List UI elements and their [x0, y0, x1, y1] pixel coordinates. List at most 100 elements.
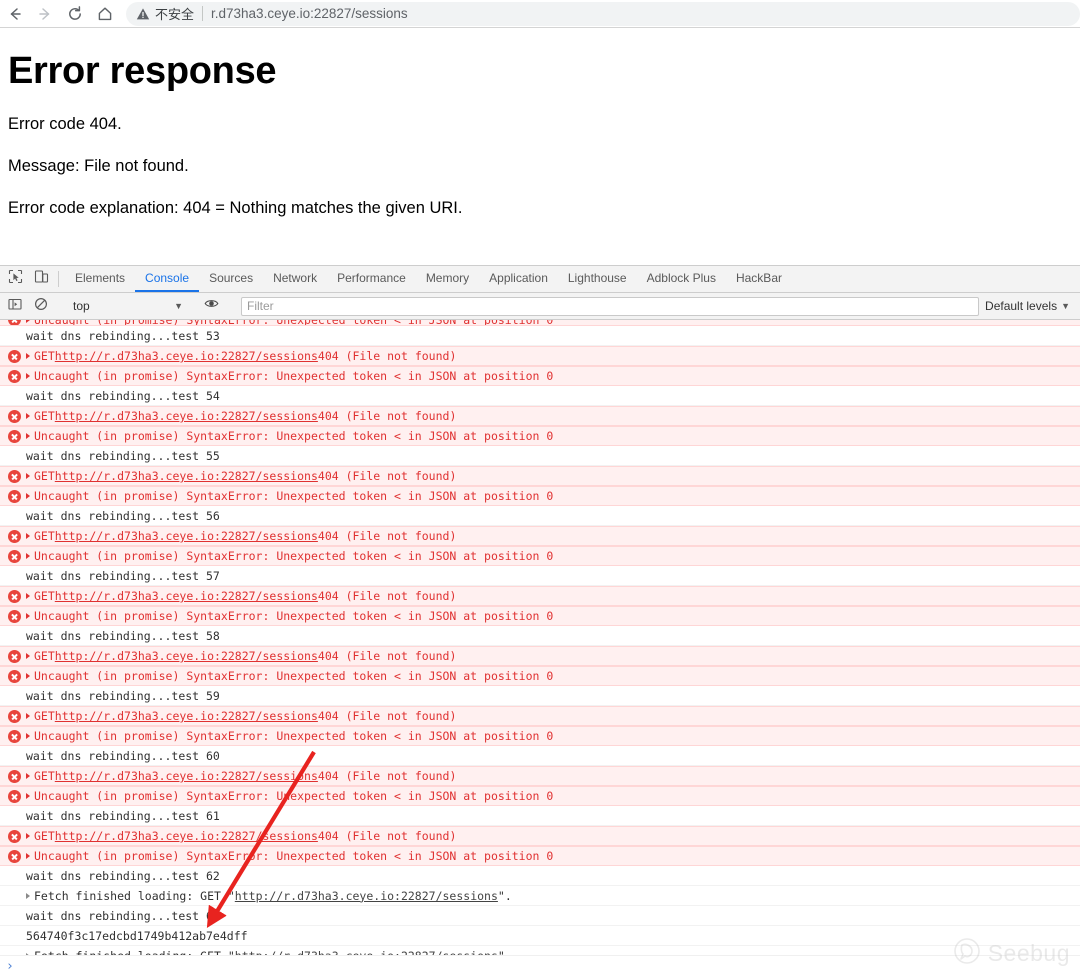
- expand-triangle-icon[interactable]: [26, 952, 30, 955]
- live-expression-eye-icon: [204, 296, 219, 316]
- forward-button[interactable]: [30, 1, 60, 27]
- expand-triangle-icon[interactable]: [26, 793, 30, 799]
- console-message-row[interactable]: wait dns rebinding...test 62: [0, 866, 1080, 886]
- message-url-link[interactable]: http://r.d73ha3.ceye.io:22827/sessions: [235, 889, 498, 903]
- console-message-row[interactable]: wait dns rebinding...test 58: [0, 626, 1080, 646]
- message-url-link[interactable]: http://r.d73ha3.ceye.io:22827/sessions: [55, 409, 318, 423]
- console-message-row[interactable]: GET http://r.d73ha3.ceye.io:22827/sessio…: [0, 646, 1080, 666]
- console-message-row[interactable]: wait dns rebinding...test 59: [0, 686, 1080, 706]
- message-url-link[interactable]: http://r.d73ha3.ceye.io:22827/sessions: [55, 649, 318, 663]
- console-message-row[interactable]: GET http://r.d73ha3.ceye.io:22827/sessio…: [0, 346, 1080, 366]
- console-message-row[interactable]: Uncaught (in promise) SyntaxError: Unexp…: [0, 606, 1080, 626]
- console-message-row[interactable]: GET http://r.d73ha3.ceye.io:22827/sessio…: [0, 526, 1080, 546]
- message-text: Uncaught (in promise) SyntaxError: Unexp…: [34, 789, 554, 803]
- expand-triangle-icon[interactable]: [26, 593, 30, 599]
- warning-triangle-icon: [136, 7, 150, 21]
- tab-console[interactable]: Console: [135, 266, 200, 292]
- tab-network[interactable]: Network: [263, 266, 327, 292]
- console-message-row[interactable]: wait dns rebinding...test 61: [0, 806, 1080, 826]
- console-message-row[interactable]: wait dns rebinding...test 55: [0, 446, 1080, 466]
- console-filter-input[interactable]: Filter: [241, 296, 980, 316]
- console-message-row[interactable]: wait dns rebinding...test 63: [0, 906, 1080, 926]
- message-url-link[interactable]: http://r.d73ha3.ceye.io:22827/sessions: [55, 589, 318, 603]
- expand-triangle-icon[interactable]: [26, 553, 30, 559]
- reload-button[interactable]: [60, 1, 90, 27]
- clear-console-button[interactable]: [28, 297, 54, 316]
- expand-triangle-icon[interactable]: [26, 353, 30, 359]
- home-button[interactable]: [90, 1, 120, 27]
- tab-hackbar[interactable]: HackBar: [726, 266, 792, 292]
- console-message-row[interactable]: Uncaught (in promise) SyntaxError: Unexp…: [0, 486, 1080, 506]
- console-message-row[interactable]: GET http://r.d73ha3.ceye.io:22827/sessio…: [0, 586, 1080, 606]
- message-url-link[interactable]: http://r.d73ha3.ceye.io:22827/sessions: [235, 949, 498, 956]
- console-message-row[interactable]: GET http://r.d73ha3.ceye.io:22827/sessio…: [0, 826, 1080, 846]
- chevron-down-icon: ▼: [174, 301, 183, 311]
- console-input-prompt[interactable]: ›: [0, 955, 1080, 977]
- console-message-row[interactable]: wait dns rebinding...test 60: [0, 746, 1080, 766]
- message-text: wait dns rebinding...test 56: [26, 508, 220, 523]
- tab-lighthouse[interactable]: Lighthouse: [558, 266, 637, 292]
- error-message-line: Message: File not found.: [8, 157, 189, 175]
- log-levels-select[interactable]: Default levels ▼: [985, 299, 1080, 313]
- console-message-row[interactable]: Uncaught (in promise) SyntaxError: Unexp…: [0, 726, 1080, 746]
- expand-triangle-icon[interactable]: [26, 773, 30, 779]
- expand-triangle-icon[interactable]: [26, 320, 30, 323]
- expand-triangle-icon[interactable]: [26, 533, 30, 539]
- inspect-element-button[interactable]: [2, 266, 28, 292]
- message-url-link[interactable]: http://r.d73ha3.ceye.io:22827/sessions: [55, 529, 318, 543]
- message-url-link[interactable]: http://r.d73ha3.ceye.io:22827/sessions: [55, 709, 318, 723]
- tab-performance[interactable]: Performance: [327, 266, 416, 292]
- back-button[interactable]: [0, 1, 30, 27]
- expand-triangle-icon[interactable]: [26, 673, 30, 679]
- console-message-row[interactable]: Uncaught (in promise) SyntaxError: Unexp…: [0, 786, 1080, 806]
- console-message-row[interactable]: wait dns rebinding...test 54: [0, 386, 1080, 406]
- expand-triangle-icon[interactable]: [26, 473, 30, 479]
- console-message-list[interactable]: Uncaught (in promise) SyntaxError: Unexp…: [0, 320, 1080, 955]
- console-sidebar-toggle-button[interactable]: [2, 297, 28, 316]
- console-message-row[interactable]: wait dns rebinding...test 57: [0, 566, 1080, 586]
- expand-triangle-icon[interactable]: [26, 413, 30, 419]
- console-message-row[interactable]: Uncaught (in promise) SyntaxError: Unexp…: [0, 846, 1080, 866]
- message-text: Fetch finished loading: GET ": [34, 949, 235, 956]
- address-bar[interactable]: 不安全 r.d73ha3.ceye.io:22827/sessions: [126, 1, 1080, 26]
- console-message-row[interactable]: Uncaught (in promise) SyntaxError: Unexp…: [0, 426, 1080, 446]
- live-expression-button[interactable]: [198, 296, 224, 316]
- console-message-row[interactable]: Fetch finished loading: GET "http://r.d7…: [0, 946, 1080, 955]
- console-message-row[interactable]: Uncaught (in promise) SyntaxError: Unexp…: [0, 666, 1080, 686]
- console-message-row[interactable]: Uncaught (in promise) SyntaxError: Unexp…: [0, 366, 1080, 386]
- expand-triangle-icon[interactable]: [26, 833, 30, 839]
- console-message-row[interactable]: Fetch finished loading: GET "http://r.d7…: [0, 886, 1080, 906]
- message-url-link[interactable]: http://r.d73ha3.ceye.io:22827/sessions: [55, 349, 318, 363]
- console-message-row[interactable]: 564740f3c17edcbd1749b412ab7e4dff: [0, 926, 1080, 946]
- console-message-row[interactable]: GET http://r.d73ha3.ceye.io:22827/sessio…: [0, 766, 1080, 786]
- tab-adblock-plus[interactable]: Adblock Plus: [637, 266, 726, 292]
- toggle-device-toolbar-button[interactable]: [28, 266, 54, 292]
- expand-triangle-icon[interactable]: [26, 613, 30, 619]
- execution-context-select[interactable]: top ▼: [67, 297, 187, 316]
- message-url-link[interactable]: http://r.d73ha3.ceye.io:22827/sessions: [55, 829, 318, 843]
- expand-triangle-icon[interactable]: [26, 713, 30, 719]
- message-url-link[interactable]: http://r.d73ha3.ceye.io:22827/sessions: [55, 469, 318, 483]
- tab-elements[interactable]: Elements: [65, 266, 135, 292]
- message-url-link[interactable]: http://r.d73ha3.ceye.io:22827/sessions: [55, 769, 318, 783]
- expand-triangle-icon[interactable]: [26, 653, 30, 659]
- console-message-row[interactable]: GET http://r.d73ha3.ceye.io:22827/sessio…: [0, 706, 1080, 726]
- expand-triangle-icon[interactable]: [26, 493, 30, 499]
- url-text[interactable]: r.d73ha3.ceye.io:22827/sessions: [211, 6, 408, 21]
- console-message-row[interactable]: wait dns rebinding...test 56: [0, 506, 1080, 526]
- message-text: Uncaught (in promise) SyntaxError: Unexp…: [34, 849, 554, 863]
- message-text: ".: [498, 949, 512, 956]
- console-message-row[interactable]: GET http://r.d73ha3.ceye.io:22827/sessio…: [0, 406, 1080, 426]
- console-message-row[interactable]: Uncaught (in promise) SyntaxError: Unexp…: [0, 546, 1080, 566]
- tab-sources[interactable]: Sources: [199, 266, 263, 292]
- expand-triangle-icon[interactable]: [26, 733, 30, 739]
- tab-application[interactable]: Application: [479, 266, 558, 292]
- expand-triangle-icon[interactable]: [26, 433, 30, 439]
- console-message-row[interactable]: wait dns rebinding...test 53: [0, 326, 1080, 346]
- expand-triangle-icon[interactable]: [26, 892, 30, 899]
- console-message-row[interactable]: GET http://r.d73ha3.ceye.io:22827/sessio…: [0, 466, 1080, 486]
- expand-triangle-icon[interactable]: [26, 853, 30, 859]
- message-status: 404 (File not found): [317, 529, 457, 543]
- tab-memory[interactable]: Memory: [416, 266, 479, 292]
- expand-triangle-icon[interactable]: [26, 373, 30, 379]
